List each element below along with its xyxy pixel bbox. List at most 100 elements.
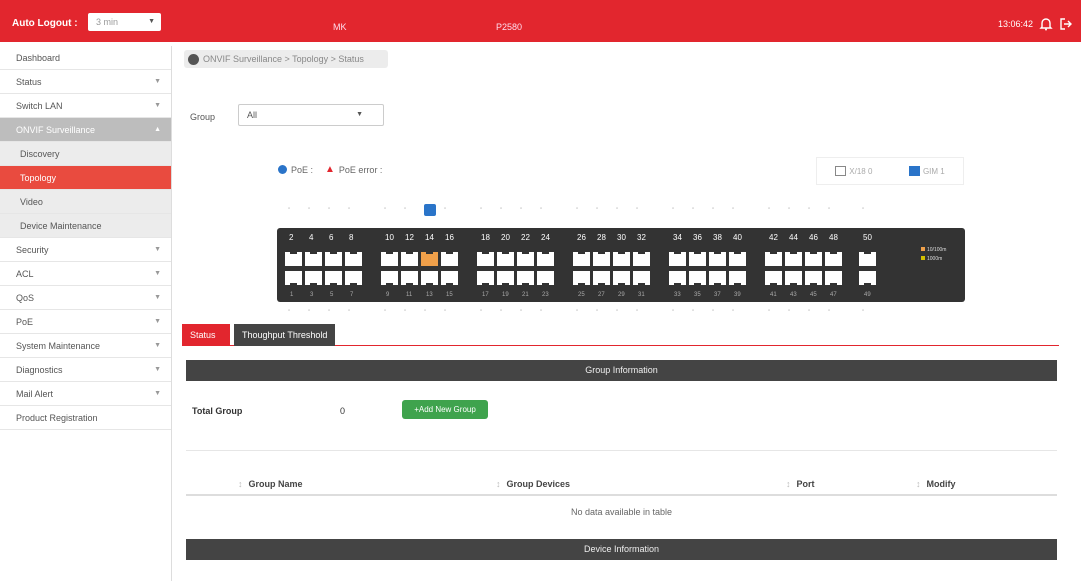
port-number-bottom: 43 (790, 292, 797, 298)
ethernet-port-icon[interactable] (517, 251, 534, 266)
ethernet-port-icon[interactable] (805, 271, 822, 286)
ethernet-port-icon[interactable] (497, 271, 514, 286)
ethernet-port-icon[interactable] (401, 251, 418, 266)
group-filter-label: Group (190, 112, 216, 122)
ethernet-port-icon[interactable] (477, 271, 494, 286)
sidebar-item-poe[interactable]: PoE ▼ (0, 310, 171, 334)
ethernet-port-icon[interactable] (345, 251, 362, 266)
view-button-a[interactable]: X/18 0 (835, 166, 872, 176)
ethernet-port-icon[interactable] (729, 271, 746, 286)
view-button-b[interactable]: GIM 1 (908, 166, 945, 176)
ethernet-port-icon[interactable] (285, 271, 302, 286)
ethernet-port-icon[interactable] (593, 271, 610, 286)
sidebar-item-label: Dashboard (16, 53, 61, 63)
ethernet-port-icon[interactable] (305, 271, 322, 286)
bell-icon[interactable] (1039, 17, 1053, 31)
ethernet-port-icon[interactable] (325, 271, 342, 286)
column-header-group-name[interactable]: ↕ Group Name (238, 479, 303, 489)
group-filter-select[interactable]: All ▼ (238, 104, 384, 126)
ethernet-port-icon[interactable] (729, 251, 746, 266)
ethernet-port-icon[interactable] (381, 251, 398, 266)
group-table-header: ↕ Group Name ↕ Group Devices ↕ Port ↕ Modify (186, 474, 1057, 496)
logout-icon[interactable] (1059, 17, 1073, 31)
sidebar-item-discovery[interactable]: Discovery (0, 142, 171, 166)
ethernet-port-icon[interactable] (441, 251, 458, 266)
ethernet-port-icon[interactable] (477, 251, 494, 266)
tab-status[interactable]: Status (182, 324, 230, 346)
port-status-icon: ▫ (616, 206, 619, 212)
sidebar-item-topology[interactable]: Topology (0, 166, 171, 190)
sidebar-item-video[interactable]: Video (0, 190, 171, 214)
home-icon[interactable] (188, 53, 199, 65)
ethernet-port-icon[interactable] (613, 271, 630, 286)
ethernet-port-icon[interactable] (421, 271, 438, 286)
sidebar-item-qos[interactable]: QoS ▼ (0, 286, 171, 310)
sidebar-item-acl[interactable]: ACL ▼ (0, 262, 171, 286)
port-status-icon: ▫ (384, 308, 387, 314)
ethernet-port-icon[interactable] (805, 251, 822, 266)
ethernet-port-icon[interactable] (785, 251, 802, 266)
auto-logout-select[interactable]: 3 min ▼ (88, 13, 161, 31)
ethernet-port-icon[interactable] (441, 271, 458, 286)
ethernet-port-icon[interactable] (709, 271, 726, 286)
ethernet-port-icon[interactable] (573, 271, 590, 286)
ethernet-port-icon[interactable] (401, 271, 418, 286)
port-number-top: 24 (541, 233, 550, 242)
ethernet-port-icon[interactable] (593, 251, 610, 266)
sidebar-item-device-maintenance[interactable]: Device Maintenance (0, 214, 171, 238)
ethernet-port-icon[interactable] (859, 271, 876, 286)
port-number-bottom: 37 (714, 292, 721, 298)
column-header-port[interactable]: ↕ Port (786, 479, 815, 489)
column-header-group-devices[interactable]: ↕ Group Devices (496, 479, 570, 489)
add-new-group-button[interactable]: +Add New Group (402, 400, 488, 419)
ethernet-port-icon[interactable] (709, 251, 726, 266)
sidebar-item-product-registration[interactable]: Product Registration (0, 406, 171, 430)
poe-active-icon[interactable] (424, 204, 436, 216)
ethernet-port-icon[interactable] (859, 251, 876, 266)
sidebar-item-security[interactable]: Security ▼ (0, 238, 171, 262)
ethernet-port-icon[interactable] (613, 251, 630, 266)
ethernet-port-icon[interactable] (765, 251, 782, 266)
sidebar-item-onvif-surveillance[interactable]: ONVIF Surveillance ▲ (0, 118, 171, 142)
ethernet-port-icon[interactable] (785, 271, 802, 286)
ethernet-port-icon[interactable] (537, 271, 554, 286)
sidebar-item-status[interactable]: Status ▼ (0, 70, 171, 94)
ethernet-port-icon[interactable] (765, 271, 782, 286)
ethernet-port-icon[interactable] (825, 271, 842, 286)
port-status-icon: ▫ (862, 308, 865, 314)
ethernet-port-icon[interactable] (633, 251, 650, 266)
ethernet-port-icon[interactable] (669, 271, 686, 286)
switch-panel: 10/100m 1000m 2 1 4 3 6 5 8 7 10 9 12 11 14 13 16 15 18 1… (277, 228, 965, 302)
chevron-down-icon: ▼ (154, 390, 161, 397)
sidebar-item-dashboard[interactable]: Dashboard (0, 46, 171, 70)
ethernet-port-icon[interactable] (421, 251, 438, 266)
ethernet-port-icon[interactable] (325, 251, 342, 266)
sidebar-item-system-maintenance[interactable]: System Maintenance ▼ (0, 334, 171, 358)
port-status-icon: ▫ (788, 206, 791, 212)
ethernet-port-icon[interactable] (381, 271, 398, 286)
ethernet-port-icon[interactable] (689, 271, 706, 286)
port-status-icon: ▫ (404, 206, 407, 212)
ethernet-port-icon[interactable] (537, 251, 554, 266)
sidebar-item-switch-lan[interactable]: Switch LAN ▼ (0, 94, 171, 118)
port-status-icon: ▫ (828, 206, 831, 212)
ethernet-port-icon[interactable] (689, 251, 706, 266)
tab-throughput-threshold[interactable]: Thoughput Threshold (234, 324, 336, 346)
ethernet-port-icon[interactable] (825, 251, 842, 266)
sidebar-item-diagnostics[interactable]: Diagnostics ▼ (0, 358, 171, 382)
ethernet-port-icon[interactable] (669, 251, 686, 266)
ethernet-port-icon[interactable] (573, 251, 590, 266)
ethernet-port-icon[interactable] (497, 251, 514, 266)
ethernet-port-icon[interactable] (633, 271, 650, 286)
ethernet-port-icon[interactable] (345, 271, 362, 286)
port-number-top: 44 (789, 233, 798, 242)
sidebar-item-mail-alert[interactable]: Mail Alert ▼ (0, 382, 171, 406)
ethernet-port-icon[interactable] (305, 251, 322, 266)
column-header-modify[interactable]: ↕ Modify (916, 479, 956, 489)
ethernet-port-icon[interactable] (285, 251, 302, 266)
port-number-top: 16 (445, 233, 454, 242)
ethernet-port-icon[interactable] (517, 271, 534, 286)
port-status-icon: ▫ (520, 308, 523, 314)
port-number-top: 14 (425, 233, 434, 242)
port-status-icon: ▫ (808, 308, 811, 314)
